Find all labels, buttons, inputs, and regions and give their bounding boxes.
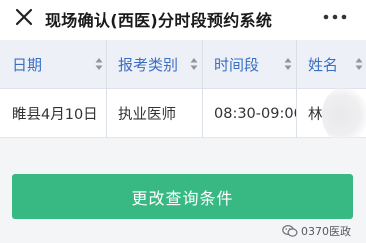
page: 现场确认(西医)分时段预约系统 日期 报考类别 时间段 姓名 睢县4月10日 执…: [0, 0, 366, 243]
watermark-text: 0370医政: [301, 225, 351, 238]
sort-icon[interactable]: [355, 57, 363, 71]
column-header-label: 日期: [12, 56, 43, 74]
title-bar: 现场确认(西医)分时段预约系统: [0, 0, 366, 40]
privacy-blur: [322, 86, 366, 138]
table-row[interactable]: 睢县4月10日 执业医师 08:30-09:00 林: [0, 89, 366, 138]
change-query-button[interactable]: 更改查询条件: [12, 174, 353, 219]
table-header: 日期 报考类别 时间段 姓名: [0, 40, 366, 89]
cell-date: 睢县4月10日: [12, 107, 98, 123]
column-header-label: 报考类别: [118, 56, 179, 74]
sort-icon[interactable]: [190, 57, 198, 71]
page-title: 现场确认(西医)分时段预约系统: [45, 11, 273, 30]
sort-icon[interactable]: [95, 57, 103, 71]
column-header-date[interactable]: 日期: [0, 40, 106, 89]
column-header-label: 时间段: [214, 56, 260, 74]
sort-icon[interactable]: [284, 57, 292, 71]
wechat-logo-icon: [282, 224, 298, 237]
close-icon[interactable]: [14, 7, 34, 27]
cell-time-slot: 08:30-09:00: [214, 105, 296, 122]
column-header-category[interactable]: 报考类别: [106, 40, 202, 89]
column-header-label: 姓名: [308, 56, 339, 74]
cell-category: 执业医师: [118, 107, 176, 123]
column-header-time-slot[interactable]: 时间段: [202, 40, 296, 89]
schedule-table: 日期 报考类别 时间段 姓名 睢县4月10日 执业医师 08:30-09:00 …: [0, 40, 366, 138]
more-options-icon[interactable]: [322, 11, 348, 23]
watermark: 0370医政: [282, 221, 351, 241]
